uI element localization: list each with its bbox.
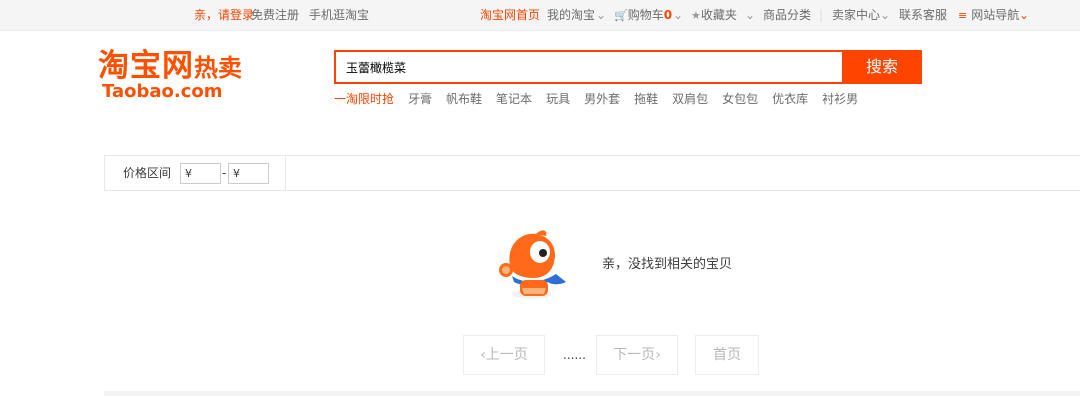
price-max-input[interactable]: ¥: [228, 163, 269, 184]
price-min-input[interactable]: ¥: [180, 163, 221, 184]
hotword-link[interactable]: 帆布鞋: [446, 90, 482, 108]
price-filter-bar: 价格区间 ¥ - ¥: [104, 155, 1080, 191]
chevron-down-icon: ⌄: [1019, 8, 1030, 22]
hotword-link[interactable]: 优衣库: [772, 90, 808, 108]
register-link[interactable]: 免费注册: [251, 0, 299, 31]
cart-count: 0: [663, 8, 673, 22]
logo-text-en: Taobao.com: [102, 81, 223, 102]
chevron-down-icon: ⌄: [880, 8, 891, 22]
search-button[interactable]: 搜索: [842, 50, 922, 84]
categories-link[interactable]: 商品分类: [763, 0, 811, 31]
favorites-link[interactable]: ★收藏夹: [691, 0, 737, 31]
hotword-link[interactable]: 牙膏: [408, 90, 432, 108]
login-link[interactable]: 亲，请登录: [194, 0, 254, 31]
divider: [285, 156, 286, 190]
next-page-button[interactable]: 下一页›: [596, 335, 678, 375]
hotword-link[interactable]: 双肩包: [672, 90, 708, 108]
hotword-link[interactable]: 玩具: [546, 90, 570, 108]
hotword-link[interactable]: 笔记本: [496, 90, 532, 108]
empty-result-message: 亲，没找到相关的宝贝: [602, 257, 733, 272]
chevron-down-icon: ⌄: [596, 8, 607, 22]
prev-page-button[interactable]: ‹上一页: [463, 335, 545, 375]
cart-link[interactable]: 🛒购物车0: [614, 0, 672, 31]
cart-icon: 🛒: [614, 9, 628, 22]
seller-center-link[interactable]: 卖家中心: [832, 0, 880, 31]
search-box: 搜索: [334, 50, 922, 84]
first-page-button[interactable]: 首页: [695, 335, 759, 375]
chevron-down-icon: ⌄: [745, 8, 756, 22]
search-input[interactable]: [336, 52, 842, 82]
bottom-divider: [104, 391, 1080, 396]
chevron-down-icon: ⌄: [673, 8, 684, 22]
menu-icon: ≡: [958, 9, 968, 22]
hot-keywords: 一淘限时抢 牙膏 帆布鞋 笔记本 玩具 男外套 拖鞋 双肩包 女包包 优衣库 衬衫男: [334, 90, 872, 108]
hotword-link[interactable]: 衬衫男: [822, 90, 858, 108]
contact-link[interactable]: 联系客服: [899, 0, 947, 31]
my-taobao-link[interactable]: 我的淘宝: [547, 0, 595, 31]
price-range-dash: -: [222, 166, 227, 180]
mobile-taobao-link[interactable]: 手机逛淘宝: [309, 0, 369, 31]
mascot-icon: [499, 230, 566, 299]
chevron-right-icon: ›: [655, 347, 661, 363]
site-topbar: 亲，请登录 免费注册 手机逛淘宝 淘宝网首页 我的淘宝 ⌄ 🛒购物车0 ⌄ ★收…: [0, 0, 1080, 31]
pager-ellipsis: ......: [563, 348, 586, 362]
hotword-link[interactable]: 一淘限时抢: [334, 90, 394, 108]
hotword-link[interactable]: 男外套: [584, 90, 620, 108]
divider: |: [819, 8, 824, 22]
price-range-label: 价格区间: [123, 166, 172, 180]
star-icon: ★: [691, 9, 701, 22]
home-link[interactable]: 淘宝网首页: [480, 0, 540, 31]
site-nav-link[interactable]: ≡ 网站导航: [958, 0, 1019, 31]
hotword-link[interactable]: 女包包: [722, 90, 758, 108]
hotword-link[interactable]: 拖鞋: [634, 90, 658, 108]
